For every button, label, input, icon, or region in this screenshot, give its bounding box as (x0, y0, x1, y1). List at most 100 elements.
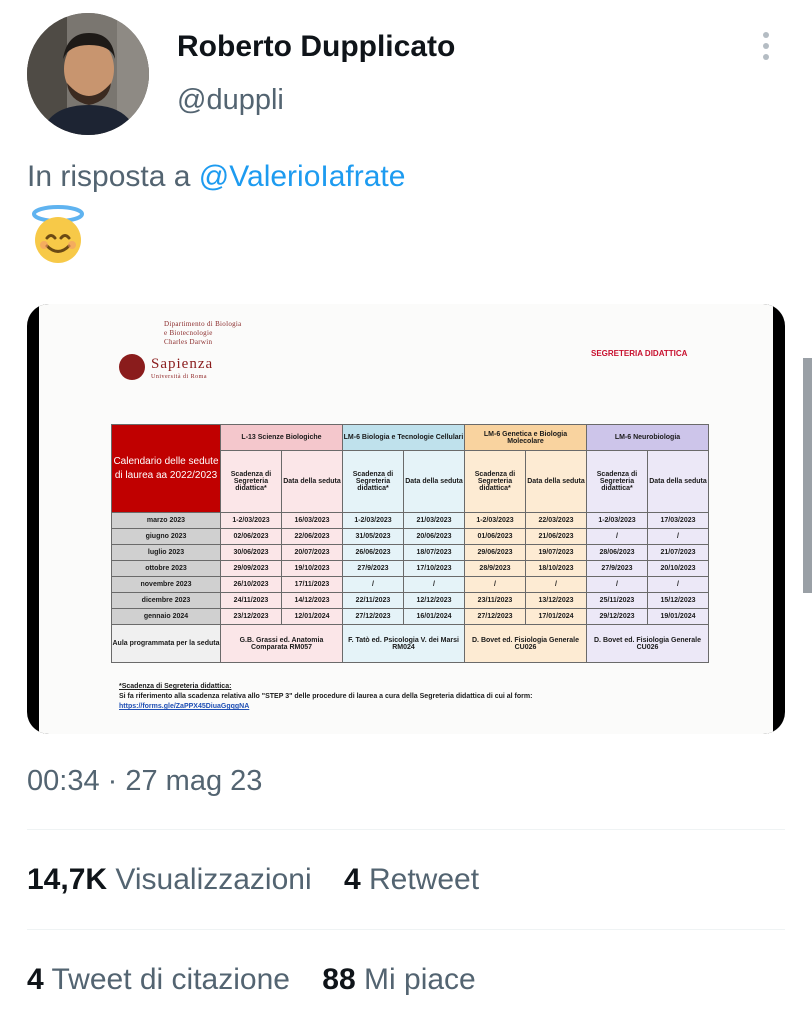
date-cell: 18/10/2023 (525, 560, 587, 577)
date-cell: 19/01/2024 (647, 608, 709, 625)
date-cell: 29/12/2023 (586, 608, 648, 625)
divider (27, 929, 785, 930)
month-cell: luglio 2023 (111, 544, 221, 561)
column-header: Scadenza di Segreteria didattica* (220, 450, 282, 513)
quotes-stat[interactable]: 4 Tweet di citazione (27, 963, 290, 997)
date-cell: 13/12/2023 (525, 592, 587, 609)
date-cell: 16/01/2024 (403, 608, 465, 625)
date-cell: / (464, 576, 526, 593)
calendar-row: gennaio 2024 23/12/2023 12/01/2024 27/12/20… (111, 608, 709, 625)
tweet-timestamp[interactable]: 00:34 · 27 mag 23 (27, 765, 262, 798)
sapienza-logo: Sapienza (151, 356, 214, 372)
reply-prefix: In risposta a (27, 160, 191, 193)
month-cell: marzo 2023 (111, 512, 221, 529)
note-text: Si fa riferimento alla scadenza relativa… (119, 693, 533, 700)
date-cell: 25/11/2023 (586, 592, 648, 609)
date-cell: 1-2/03/2023 (586, 512, 648, 529)
calendar-row: novembre 2023 26/10/2023 17/11/2023// / / / / (111, 576, 709, 593)
sapienza-logo-sub: Università di Roma (151, 374, 207, 380)
date-cell: 26/06/2023 (342, 544, 404, 561)
date-cell: 18/07/2023 (403, 544, 465, 561)
program-header: LM-6 Genetica e Biologia Molecolare (464, 424, 587, 451)
date-cell: 24/11/2023 (220, 592, 282, 609)
date-cell: 21/03/2023 (403, 512, 465, 529)
program-header: LM-6 Biologia e Tecnologie Cellulari (342, 424, 465, 451)
date-cell: 21/06/2023 (525, 528, 587, 545)
aula-cell: F. Tatò ed. Psicologia V. dei Marsi RM02… (342, 624, 465, 663)
likes-stat[interactable]: 88 Mi piace (322, 963, 475, 997)
date-cell: 27/12/2023 (342, 608, 404, 625)
date-cell: 27/9/2023 (342, 560, 404, 577)
calendar-row: ottobre 2023 29/09/2023 19/10/2023 27/9/202… (111, 560, 709, 577)
more-options-icon[interactable] (756, 32, 776, 68)
column-header: Data della seduta (647, 450, 709, 513)
date-cell: 26/10/2023 (220, 576, 282, 593)
author-name[interactable]: Roberto Dupplicato (177, 30, 455, 64)
author-avatar[interactable] (27, 13, 149, 135)
reply-to-link[interactable]: @ValerioIafrate (199, 160, 406, 193)
date-cell: 15/12/2023 (647, 592, 709, 609)
likes-count: 88 (322, 963, 356, 996)
program-header: L-13 Scienze Biologiche (220, 424, 343, 451)
views-label: Visualizzazioni (115, 863, 312, 896)
stats-row-1: 14,7K Visualizzazioni 4 Retweet (27, 863, 479, 897)
date-cell: 17/03/2023 (647, 512, 709, 529)
views-stat[interactable]: 14,7K Visualizzazioni (27, 863, 312, 897)
views-count: 14,7K (27, 863, 108, 896)
column-header: Data della seduta (403, 450, 465, 513)
retweets-count: 4 (343, 863, 361, 896)
date-cell: / (403, 576, 465, 593)
calendar-row: luglio 2023 30/06/2023 20/07/2023 26/06/202… (111, 544, 709, 561)
date-cell: / (586, 576, 648, 593)
date-cell: 22/06/2023 (281, 528, 343, 545)
tweet-image[interactable]: Dipartimento di Biologia e Biotecnologie… (27, 304, 785, 734)
quotes-label: Tweet di citazione (51, 963, 290, 996)
date-cell: 29/06/2023 (464, 544, 526, 561)
date-cell: 22/03/2023 (525, 512, 587, 529)
date-cell: / (647, 528, 709, 545)
office-label: SEGRETERIA DIDATTICA (591, 349, 688, 358)
date-cell: 1-2/03/2023 (464, 512, 526, 529)
form-link[interactable]: https://forms.gle/ZaPPX45DiuaGgqgNA (119, 702, 532, 712)
date-cell: 29/09/2023 (220, 560, 282, 577)
aula-cell: G.B. Grassi ed. Anatomia Comparata RM057 (220, 624, 343, 663)
aula-cell: D. Bovet ed. Fisiologia Generale CU026 (586, 624, 709, 663)
halo-smile-emoji-icon (27, 204, 89, 264)
retweets-label: Retweet (369, 863, 480, 896)
date-cell: / (525, 576, 587, 593)
date-cell: 20/06/2023 (403, 528, 465, 545)
calendar-row: marzo 2023 1-2/03/2023 16/03/2023 1-2/03/20… (111, 512, 709, 529)
date-cell: 01/06/2023 (464, 528, 526, 545)
stats-row-2: 4 Tweet di citazione 88 Mi piace (27, 963, 476, 997)
likes-label: Mi piace (364, 963, 476, 996)
date-cell: 21/07/2023 (647, 544, 709, 561)
column-header: Scadenza di Segreteria didattica* (464, 450, 526, 513)
sapienza-seal-icon (119, 354, 145, 380)
date-cell: 23/11/2023 (464, 592, 526, 609)
date-cell: 12/12/2023 (403, 592, 465, 609)
note-title: *Scadenza di Segreteria didattica: (119, 683, 232, 690)
graduation-calendar-table: Calendario delle sedute di laurea aa 202… (111, 424, 709, 663)
reply-context: In risposta a @ValerioIafrate (27, 160, 405, 194)
aula-label: Aula programmata per la seduta (111, 624, 221, 663)
date-cell: 17/11/2023 (281, 576, 343, 593)
date-cell: 14/12/2023 (281, 592, 343, 609)
date-cell: / (342, 576, 404, 593)
month-cell: gennaio 2024 (111, 608, 221, 625)
date-cell: 12/01/2024 (281, 608, 343, 625)
calendar-row: dicembre 2023 24/11/2023 14/12/2023 22/11/2… (111, 592, 709, 609)
program-header: LM-6 Neurobiologia (586, 424, 709, 451)
quotes-count: 4 (27, 963, 44, 996)
date-cell: 1-2/03/2023 (220, 512, 282, 529)
date-cell: 31/05/2023 (342, 528, 404, 545)
month-cell: ottobre 2023 (111, 560, 221, 577)
date-cell: 20/07/2023 (281, 544, 343, 561)
scrollbar[interactable] (803, 358, 812, 593)
column-header: Scadenza di Segreteria didattica* (586, 450, 648, 513)
column-header: Data della seduta (525, 450, 587, 513)
date-cell: 16/03/2023 (281, 512, 343, 529)
author-handle[interactable]: @duppli (177, 84, 284, 117)
retweets-stat[interactable]: 4 Retweet (344, 863, 479, 897)
column-header: Scadenza di Segreteria didattica* (342, 450, 404, 513)
month-cell: novembre 2023 (111, 576, 221, 593)
